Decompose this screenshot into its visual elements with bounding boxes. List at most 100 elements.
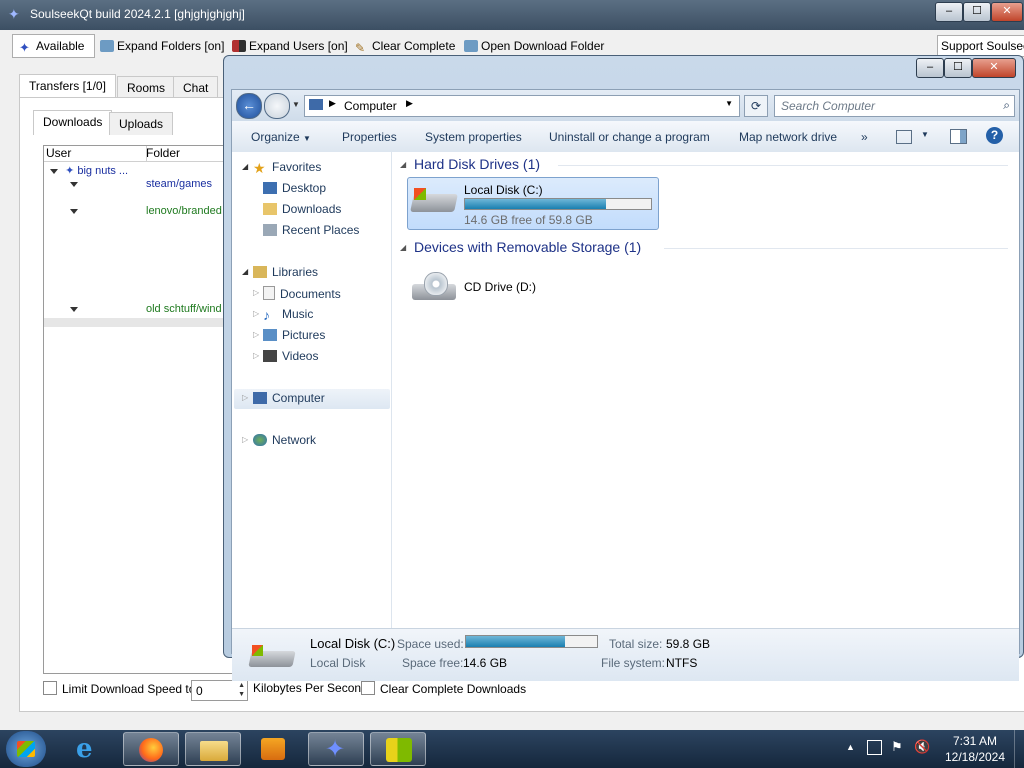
sidebar-item-videos[interactable]: Videos (263, 349, 318, 363)
soulseek-task[interactable]: ✦ (308, 732, 364, 766)
sidebar-item-music[interactable]: ♪ Music (263, 307, 313, 323)
collapse-libraries-icon[interactable]: ◢ (242, 267, 248, 276)
expand-arrow-icon[interactable]: ▷ (253, 288, 259, 297)
recent-pages-dropdown-icon[interactable]: ▼ (292, 100, 300, 109)
properties-button[interactable]: Properties (342, 130, 397, 144)
tab-transfers[interactable]: Transfers [1/0] (19, 74, 116, 99)
explorer-task[interactable] (185, 732, 241, 766)
sidebar-item-documents[interactable]: Documents (263, 286, 341, 301)
close-button[interactable]: ✕ (991, 2, 1023, 22)
soulseek-titlebar[interactable]: ✦ SoulseekQt build 2024.2.1 [ghjghjghjgh… (0, 0, 1024, 30)
expand-folders-button[interactable]: Expand Folders [on] (100, 36, 224, 56)
space-used-label: Space used: (397, 637, 464, 651)
list-item[interactable]: lenovo/branded (70, 205, 222, 217)
sidebar-item-network[interactable]: Network (253, 433, 316, 447)
tab-rooms[interactable]: Rooms (117, 76, 176, 99)
spinner-arrows-icon[interactable]: ▲ ▼ (238, 681, 245, 699)
downloads-list[interactable]: User Folder ✦ big nuts ... steam/games l… (43, 145, 235, 674)
minimize-button[interactable]: – (935, 2, 963, 22)
expand-users-button[interactable]: Expand Users [on] (232, 36, 348, 56)
address-dropdown-icon[interactable]: ▼ (725, 99, 733, 108)
support-soulseek-button[interactable]: Support Soulseek (937, 35, 1024, 57)
sidebar-item-recent-places[interactable]: Recent Places (263, 223, 359, 237)
clear-complete-downloads-checkbox[interactable]: Clear Complete Downloads (361, 681, 526, 696)
sidebar-item-libraries[interactable]: Libraries (253, 265, 318, 279)
show-hidden-icons-icon[interactable]: ▲ (846, 742, 855, 752)
back-arrow-icon[interactable]: ← (236, 93, 262, 119)
preview-pane-icon[interactable] (950, 129, 967, 144)
search-input[interactable]: Search Computer ⌕ (774, 95, 1015, 117)
network-label: Network (272, 433, 317, 447)
tab-downloads[interactable]: Downloads (33, 110, 113, 135)
collapse-group-icon[interactable]: ◢ (400, 160, 406, 169)
column-folder[interactable]: Folder (144, 146, 234, 161)
sidebar-item-favorites[interactable]: ★ Favorites (253, 160, 321, 176)
app-task[interactable] (370, 732, 426, 766)
navigation-bar: ← ▼ ▶ Computer ▶ ▼ ⟳ Search Computer ⌕ (232, 90, 1019, 121)
breadcrumb-separator-icon[interactable]: ▶ (329, 98, 336, 109)
column-user[interactable]: User (44, 146, 147, 161)
tab-uploads[interactable]: Uploads (109, 112, 174, 135)
clear-complete-button[interactable]: ✎ Clear Complete (355, 36, 455, 56)
explorer-minimize-button[interactable]: – (916, 58, 944, 78)
explorer-window: – ☐ ✕ ← ▼ ▶ Computer ▶ ▼ ⟳ Search Comput… (223, 55, 1024, 681)
list-item[interactable]: old schtuff/wind (70, 303, 222, 315)
media-player-task[interactable] (246, 732, 302, 766)
explorer-maximize-button[interactable]: ☐ (944, 58, 972, 78)
status-available-button[interactable]: ✦ Available (12, 34, 96, 58)
map-network-drive-button[interactable]: Map network drive (739, 130, 837, 144)
view-dropdown-icon[interactable]: ▼ (921, 130, 929, 139)
forward-arrow-icon[interactable] (264, 93, 290, 119)
speed-units-label: Kilobytes Per Second (253, 681, 368, 695)
sidebar-item-pictures[interactable]: Pictures (263, 328, 325, 342)
internet-explorer-task[interactable]: e (62, 732, 118, 766)
open-download-folder-button[interactable]: Open Download Folder (464, 36, 604, 56)
collapse-favorites-icon[interactable]: ◢ (242, 162, 248, 171)
search-icon[interactable]: ⌕ (1003, 98, 1010, 113)
firefox-task[interactable] (123, 732, 179, 766)
start-button[interactable] (6, 731, 46, 767)
uninstall-program-button[interactable]: Uninstall or change a program (549, 130, 710, 144)
group-header-removable-storage[interactable]: Devices with Removable Storage (1) (414, 239, 641, 255)
expand-arrow-icon[interactable]: ▷ (242, 393, 248, 402)
organize-menu[interactable]: Organize ▼ (251, 130, 311, 144)
clock[interactable]: 7:31 AM 12/18/2024 (940, 733, 1010, 765)
more-commands-button[interactable]: » (861, 130, 868, 144)
address-bar[interactable]: ▶ Computer ▶ ▼ (304, 95, 740, 117)
sidebar-item-downloads[interactable]: Downloads (263, 202, 341, 216)
sidebar-item-computer[interactable]: Computer (253, 391, 325, 405)
cd-drive-icon (412, 272, 456, 300)
help-icon[interactable]: ? (986, 127, 1003, 144)
details-drive-type: Local Disk (310, 656, 366, 670)
expand-arrow-icon[interactable]: ▷ (253, 330, 259, 339)
view-options-icon[interactable] (896, 130, 912, 144)
list-item[interactable]: ✦ big nuts ... (50, 164, 128, 177)
maximize-button[interactable]: ☐ (963, 2, 991, 22)
search-placeholder: Search Computer (781, 99, 876, 113)
collapse-group-icon[interactable]: ◢ (400, 243, 406, 252)
folder-icon (100, 40, 114, 52)
refresh-icon[interactable]: ⟳ (744, 95, 768, 117)
speed-spinbox[interactable]: 0 ▲ ▼ (191, 680, 248, 701)
drive-d-tile[interactable]: CD Drive (D:) (410, 264, 660, 312)
expand-arrow-icon[interactable]: ▷ (253, 351, 259, 360)
show-desktop-button[interactable] (1014, 730, 1024, 768)
sidebar-item-desktop[interactable]: Desktop (263, 181, 326, 195)
expand-folders-label: Expand Folders [on] (117, 39, 225, 53)
star-icon: ★ (253, 160, 266, 176)
action-center-icon[interactable] (867, 740, 882, 755)
limit-speed-checkbox[interactable]: Limit Download Speed to (43, 681, 195, 696)
breadcrumb-computer[interactable]: Computer (344, 99, 397, 113)
list-item[interactable]: steam/games (70, 178, 212, 190)
breadcrumb-expand-icon[interactable]: ▶ (406, 98, 413, 109)
folder-name: lenovo/branded (146, 205, 222, 217)
total-size-label: Total size: (609, 637, 663, 651)
expand-arrow-icon[interactable]: ▷ (242, 435, 248, 444)
volume-muted-icon[interactable]: 🔇 (914, 739, 930, 755)
group-header-hard-disk-drives[interactable]: Hard Disk Drives (1) (414, 156, 540, 172)
explorer-close-button[interactable]: ✕ (972, 58, 1016, 78)
expand-arrow-icon[interactable]: ▷ (253, 309, 259, 318)
system-properties-button[interactable]: System properties (425, 130, 522, 144)
tab-chat[interactable]: Chat (173, 76, 219, 99)
flag-icon[interactable]: ⚑ (891, 739, 903, 755)
